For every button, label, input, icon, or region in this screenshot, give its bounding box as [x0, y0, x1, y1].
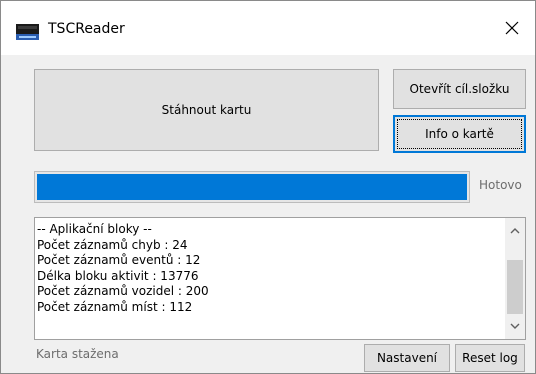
log-line: Počet záznamů chyb : 24 — [37, 237, 188, 252]
close-button[interactable] — [489, 1, 535, 55]
scroll-up-button[interactable] — [505, 221, 525, 241]
reset-log-button[interactable]: Reset log — [455, 344, 525, 372]
log-line: Počet záznamů vozidel : 200 — [37, 284, 209, 298]
scroll-down-button[interactable] — [505, 316, 525, 336]
log-line: Délka bloku aktivit : 13776 — [37, 268, 199, 283]
log-line: -- Aplikační bloky -- — [37, 222, 152, 236]
tacho-icon — [16, 24, 39, 40]
log-line: Počet záznamů eventů : 12 — [37, 253, 201, 267]
download-card-button[interactable]: Stáhnout kartu — [34, 69, 379, 151]
card-info-button[interactable]: Info o kartě — [393, 115, 526, 153]
close-icon — [505, 21, 519, 35]
progress-fill — [37, 174, 467, 200]
window-title: TSCReader — [48, 21, 125, 37]
progress-status: Hotovo — [479, 178, 522, 192]
log-scrollbar[interactable] — [505, 218, 525, 339]
status-label: Karta stažena — [36, 347, 119, 361]
chevron-up-icon — [510, 228, 520, 234]
settings-button[interactable]: Nastavení — [364, 344, 450, 372]
chevron-down-icon — [510, 323, 520, 329]
title-bar[interactable]: TSCReader — [1, 1, 535, 55]
focus-rectangle — [397, 119, 522, 149]
open-folder-button[interactable]: Otevřít cíl.složku — [393, 69, 526, 109]
progress-bar — [34, 171, 470, 203]
log-line: Počet záznamů míst : 112 — [37, 299, 193, 314]
log-textarea[interactable]: -- Aplikační bloky -- Počet záznamů chyb … — [34, 217, 526, 340]
app-window: TSCReader Stáhnout kartu Otevřít cíl.slo… — [0, 0, 536, 374]
scroll-thumb[interactable] — [507, 260, 523, 314]
log-lines: -- Aplikační bloky -- Počet záznamů chyb … — [37, 222, 497, 315]
